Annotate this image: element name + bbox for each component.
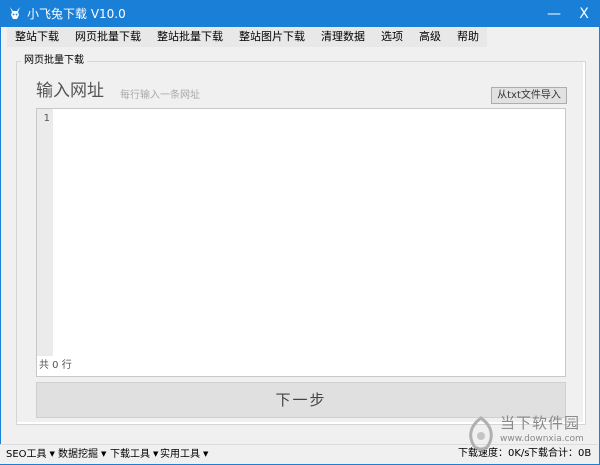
menu-item-site-download[interactable]: 整站下载 (7, 27, 67, 47)
menu-item-help[interactable]: 帮助 (449, 27, 487, 47)
triangle-down-icon: ▼ (203, 450, 209, 458)
seo-tools-label: SEO工具 (6, 449, 47, 460)
download-tools-label: 下载工具 (110, 449, 150, 460)
utility-tools-label: 实用工具 (160, 449, 200, 460)
bottom-toolbar: SEO工具 ▼ 数据挖掘 ▼ 下载工具 ▼ 实用工具 ▼ 下载速度：0K/s 下载合计：… (0, 444, 598, 464)
line-number-gutter: 1 (37, 109, 53, 357)
utility-tools-dropdown[interactable]: 实用工具 ▼ (160, 447, 208, 462)
menu-strip: 整站下载 网页批量下载 整站批量下载 整站图片下载 清理数据 选项 高级 帮助 (7, 27, 487, 47)
title-bar[interactable]: 小飞兔下载 V10.0 — X (1, 1, 599, 27)
data-mining-label: 数据挖掘 (58, 449, 98, 460)
line-count: 共 0 行 (39, 360, 72, 371)
download-tools-dropdown[interactable]: 下载工具 ▼ (110, 447, 158, 462)
data-mining-dropdown[interactable]: 数据挖掘 ▼ (58, 447, 106, 462)
close-button[interactable]: X (569, 1, 599, 27)
window-title: 小飞兔下载 V10.0 (27, 7, 126, 21)
group-title: 网页批量下载 (21, 55, 87, 67)
rabbit-logo-icon (10, 7, 20, 19)
input-hint: 每行输入一条网址 (120, 90, 200, 101)
triangle-down-icon: ▼ (101, 450, 107, 458)
download-total: 下载合计：0B (528, 448, 592, 459)
input-url-heading: 输入网址 (36, 81, 104, 101)
menu-item-options[interactable]: 选项 (373, 27, 411, 47)
triangle-down-icon: ▼ (153, 450, 159, 458)
menu-item-advanced[interactable]: 高级 (411, 27, 449, 47)
menu-item-batch-site-download[interactable]: 整站批量下载 (149, 27, 231, 47)
triangle-down-icon: ▼ (49, 450, 55, 458)
menu-item-batch-page-download[interactable]: 网页批量下载 (67, 27, 149, 47)
url-editor: 1 (36, 108, 566, 358)
menu-bar: 整站下载 网页批量下载 整站批量下载 整站图片下载 清理数据 选项 高级 帮助 (1, 27, 599, 47)
import-txt-button[interactable]: 从txt文件导入 (491, 87, 567, 104)
next-step-button[interactable]: 下一步 (36, 382, 566, 418)
menu-item-site-image-download[interactable]: 整站图片下载 (231, 27, 313, 47)
minimize-button[interactable]: — (539, 1, 569, 27)
line-count-bar: 共 0 行 (36, 356, 566, 377)
url-input[interactable] (53, 109, 565, 357)
download-speed: 下载速度：0K/s (458, 448, 530, 459)
line-number: 1 (43, 113, 50, 124)
seo-tools-dropdown[interactable]: SEO工具 ▼ (6, 447, 55, 462)
menu-item-clear-data[interactable]: 清理数据 (313, 27, 373, 47)
